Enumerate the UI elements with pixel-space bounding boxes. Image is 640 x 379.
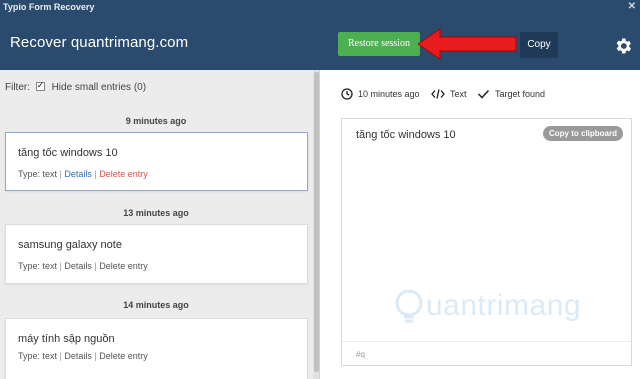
check-icon — [477, 89, 490, 99]
window-titlebar: Typio Form Recovery ✕ — [0, 0, 640, 14]
entry-text: máy tính sập nguồn — [18, 333, 115, 345]
delete-entry-link[interactable]: Delete entry — [99, 169, 148, 179]
hide-small-checkbox[interactable] — [35, 80, 45, 91]
format-info: Text — [431, 88, 467, 100]
entry-meta: Type: text | Details | Delete entry — [18, 351, 148, 361]
entry-type: Type: text — [18, 261, 58, 271]
details-link[interactable]: Details — [64, 261, 92, 271]
detail-panel: 10 minutes ago Text Target found tăng tố… — [321, 70, 640, 379]
delete-entry-link[interactable]: Delete entry — [99, 351, 148, 361]
scrollbar-thumb[interactable] — [314, 72, 319, 372]
group-time-label: 9 minutes ago — [125, 116, 187, 126]
content-preview[interactable]: tăng tốc windows 10 Copy to clipboard ua… — [341, 118, 632, 366]
details-link[interactable]: Details — [64, 169, 92, 179]
entry-text: samsung galaxy note — [18, 239, 122, 251]
time-info: 10 minutes ago — [341, 88, 420, 100]
watermark-logo: uantrimang — [394, 285, 604, 331]
content-tag: #q — [356, 350, 365, 359]
content-divider — [342, 341, 631, 342]
hide-small-label: Hide small entries (0) — [51, 82, 147, 93]
page-title: Recover quantrimang.com — [10, 34, 189, 51]
target-text: Target found — [495, 89, 546, 99]
copy-to-clipboard-button[interactable]: Copy to clipboard — [543, 126, 623, 141]
entries-scrollbar[interactable] — [313, 70, 319, 379]
entry-card[interactable]: samsung galaxy note Type: text | Details… — [5, 224, 308, 284]
window-title: Typio Form Recovery — [3, 2, 95, 12]
group-time-label: 14 minutes ago — [123, 300, 189, 310]
entry-type: Type: text — [18, 169, 58, 179]
delete-entry-link[interactable]: Delete entry — [99, 261, 148, 271]
content-text: tăng tốc windows 10 — [356, 129, 456, 141]
gear-icon[interactable] — [613, 36, 633, 56]
copy-button[interactable]: Copy — [520, 32, 558, 58]
code-icon — [431, 89, 445, 99]
filter-bar: Filter: Hide small entries (0) — [5, 80, 147, 93]
app-header: Recover quantrimang.com Restore session … — [0, 14, 640, 70]
entry-meta: Type: text | Details | Delete entry — [18, 261, 148, 271]
filter-label: Filter: — [5, 82, 30, 93]
clock-icon — [341, 88, 353, 100]
arrow-icon — [418, 28, 517, 60]
group-time-label: 13 minutes ago — [123, 208, 189, 218]
format-text: Text — [450, 89, 467, 99]
watermark-text: uantrimang — [426, 289, 582, 322]
entry-card[interactable]: tăng tốc windows 10 Type: text | Details… — [5, 132, 308, 191]
entries-panel: Filter: Hide small entries (0) 9 minutes… — [0, 70, 320, 379]
target-info: Target found — [477, 88, 545, 100]
lightbulb-icon — [395, 289, 423, 323]
entry-card[interactable]: máy tính sập nguồn Type: text | Details … — [5, 318, 308, 379]
time-text: 10 minutes ago — [358, 89, 420, 99]
details-link[interactable]: Details — [64, 351, 92, 361]
entry-meta: Type: text | Details | Delete entry — [18, 169, 148, 179]
entry-type: Type: text — [18, 351, 58, 361]
entry-text: tăng tốc windows 10 — [18, 147, 118, 159]
close-icon[interactable]: ✕ — [628, 0, 636, 14]
restore-session-button[interactable]: Restore session — [338, 32, 420, 56]
